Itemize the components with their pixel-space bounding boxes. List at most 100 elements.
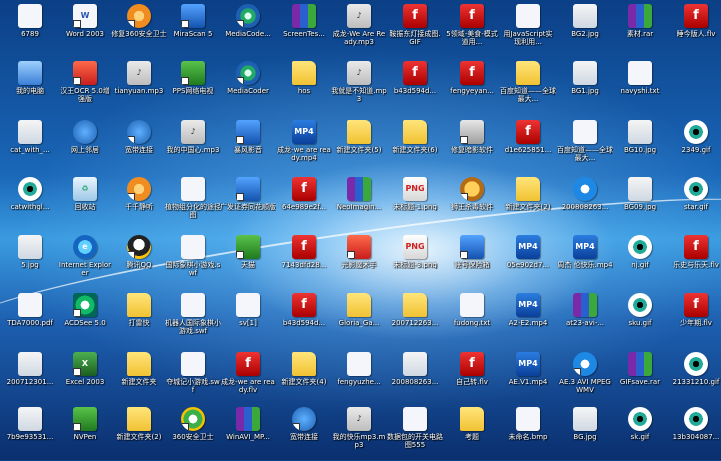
desktop-icon[interactable]: ACDSee 5.0 [57,291,113,347]
desktop-icon[interactable]: MP4 05e902d7... [500,233,556,289]
desktop-icon[interactable]: 新建文件夹(2) [500,175,556,231]
desktop-icon[interactable]: e Internet Explorer [57,233,113,289]
desktop-icon[interactable]: MP4 AE.V1.mp4 [500,350,556,406]
desktop-icon[interactable]: W Word 2003 [57,2,113,58]
desktop-icon[interactable]: ♪ 我的中国心.mp3 [165,118,221,174]
desktop-icon[interactable]: at23-avi-... [557,291,613,347]
desktop-icon[interactable]: 200808263... [557,175,613,231]
desktop-icon[interactable]: 新建文件夹(4) [276,350,332,406]
desktop-icon[interactable]: fudong.txt [444,291,500,347]
desktop-icon[interactable]: 6789 [2,2,58,58]
desktop-icon[interactable]: 广发证券同花顺版 [220,175,276,231]
desktop-icon[interactable]: f 自己转.flv [444,350,500,406]
desktop-icon[interactable]: f 鞍振东灯接成图.GIF [387,2,443,58]
desktop-icon[interactable]: cat_with_... [2,118,58,174]
desktop-icon[interactable]: PNG 未标题-1.png [387,175,443,231]
desktop-icon[interactable]: 21331210.gif [668,350,721,406]
desktop-icon[interactable]: ♪ 成龙-We Are Ready.mp3 [331,2,387,58]
desktop-icon[interactable]: 百度知道——全球最大... [500,59,556,115]
desktop-icon[interactable]: 新建文件夹 [111,350,167,406]
desktop-icon[interactable]: NVPen [57,405,113,461]
desktop-icon[interactable]: 网上邻居 [57,118,113,174]
desktop-icon[interactable]: PPS网络电视 [165,59,221,115]
desktop-icon[interactable]: MP4 A2-E2.mp4 [500,291,556,347]
desktop-icon[interactable]: AE.3 AVI MPEG WMV [557,350,613,406]
desktop-icon[interactable]: hos [276,59,332,115]
desktop-icon[interactable]: sku.gif [612,291,668,347]
desktop-icon[interactable]: NeoImagin... [331,175,387,231]
desktop-icon[interactable]: ♪ 我的快乐mp3.mp3 [331,405,387,461]
desktop-icon[interactable]: ♪ 我就是不知道.mp3 [331,59,387,115]
desktop-icon[interactable]: 5.jpg [2,233,58,289]
desktop-icon[interactable]: BG10.jpg [612,118,668,174]
desktop-icon[interactable]: 植物组分化的途径图 [165,175,221,231]
desktop-icon[interactable]: navyshi.txt [612,59,668,115]
desktop-icon[interactable]: 200808263... [387,350,443,406]
desktop-icon[interactable]: 我的电脑 [2,59,58,115]
desktop-icon[interactable]: 200712263... [387,291,443,347]
desktop-icon[interactable]: f b43d594d... [276,291,332,347]
desktop-icon[interactable]: f fengyeyan... [444,59,500,115]
desktop-icon[interactable]: 暴风影音 [220,118,276,174]
desktop-icon[interactable]: 考题 [444,405,500,461]
desktop-icon[interactable]: 汉王OCR 5.0增强版 [57,59,113,115]
desktop-icon[interactable]: 宽带连接 [276,405,332,461]
desktop-icon[interactable]: PNG 未标题-3.png [387,233,443,289]
desktop-icon[interactable]: MediaCoder [220,59,276,115]
desktop-icon[interactable]: MP4 成龙-we are ready.mp4 [276,118,332,174]
desktop-icon[interactable]: 360安全卫士 [165,405,221,461]
desktop-icon[interactable]: 宽带连接 [111,118,167,174]
desktop-icon[interactable]: 13b304087... [668,405,721,461]
desktop-icon[interactable]: 7b9e93531... [2,405,58,461]
desktop-icon[interactable]: MediaCode... [220,2,276,58]
desktop-icon[interactable]: 机器人国际象棋小游戏.swf [165,291,221,347]
desktop-icon[interactable]: 狮王杀毒软件 [444,175,500,231]
desktop-icon[interactable]: BG1.jpg [557,59,613,115]
desktop-icon[interactable]: 腾讯QQ [111,233,167,289]
desktop-icon[interactable]: MP4 周杰 伦快乐.mp4 [557,233,613,289]
desktop-icon[interactable]: TDA7000.pdf [2,291,58,347]
desktop-icon[interactable]: f 成龙-we are ready.flv [220,350,276,406]
desktop-icon[interactable]: f 乐史与乐天.flv [668,233,721,289]
desktop-icon[interactable]: sv[1] [220,291,276,347]
desktop-icon[interactable]: f b43d594d... [387,59,443,115]
desktop-icon[interactable]: f 64e989e2f... [276,175,332,231]
desktop-icon[interactable]: 夺城记小游戏.swf [165,350,221,406]
desktop-icon[interactable]: f 少年期.flv [668,291,721,347]
desktop-icon[interactable]: 新建文件夹(6) [387,118,443,174]
desktop-icon[interactable]: 天猫 [220,233,276,289]
desktop-icon[interactable]: sk.gif [612,405,668,461]
desktop-icon[interactable]: f 睡今版人.flv [668,2,721,58]
desktop-icon[interactable]: BG09.jpg [612,175,668,231]
desktop-icon[interactable]: 200712301... [2,350,58,406]
desktop-icon[interactable]: nj.gif [612,233,668,289]
desktop-icon[interactable]: 素材.rar [612,2,668,58]
desktop-icon[interactable]: 修复360安全卫士 [111,2,167,58]
desktop-icon[interactable]: 新建文件夹(5) [331,118,387,174]
desktop-icon[interactable]: 光影魔术手 [331,233,387,289]
desktop-icon[interactable]: 用JavaScript实现利用... [500,2,556,58]
desktop-icon[interactable]: f 7143dfd28... [276,233,332,289]
desktop-icon[interactable]: X Excel 2003 [57,350,113,406]
desktop-icon[interactable]: f 5领域-美食-模式道用... [444,2,500,58]
desktop-icon[interactable]: GIFsave.rar [612,350,668,406]
desktop-icon[interactable]: 打雷快 [111,291,167,347]
desktop-icon[interactable]: 新建文件夹(2) [111,405,167,461]
desktop-icon[interactable]: catwithgl... [2,175,58,231]
desktop-icon[interactable]: ♪ tianyuan.mp3 [111,59,167,115]
desktop-icon[interactable]: 账号保险箱 [444,233,500,289]
desktop-icon[interactable]: fengyuzhe... [331,350,387,406]
desktop-icon[interactable]: 百度知道——全球最大... [557,118,613,174]
desktop-icon[interactable]: 修复暗影软件 [444,118,500,174]
desktop-icon[interactable]: BG2.jpg [557,2,613,58]
desktop-icon[interactable]: MiraScan 5 [165,2,221,58]
desktop-icon[interactable]: f d1e625851... [500,118,556,174]
desktop-icon[interactable]: Gloria_Ga... [331,291,387,347]
desktop-icon[interactable]: star.gif [668,175,721,231]
desktop-icon[interactable]: 数据包的开关电路图555 [387,405,443,461]
desktop-icon[interactable]: 国际象棋小游戏.swf [165,233,221,289]
desktop-icon[interactable]: 千千静听 [111,175,167,231]
desktop-icon[interactable]: 未命名.bmp [500,405,556,461]
desktop-icon[interactable]: WinAVI_MP... [220,405,276,461]
desktop-icon[interactable]: 2349.gif [668,118,721,174]
